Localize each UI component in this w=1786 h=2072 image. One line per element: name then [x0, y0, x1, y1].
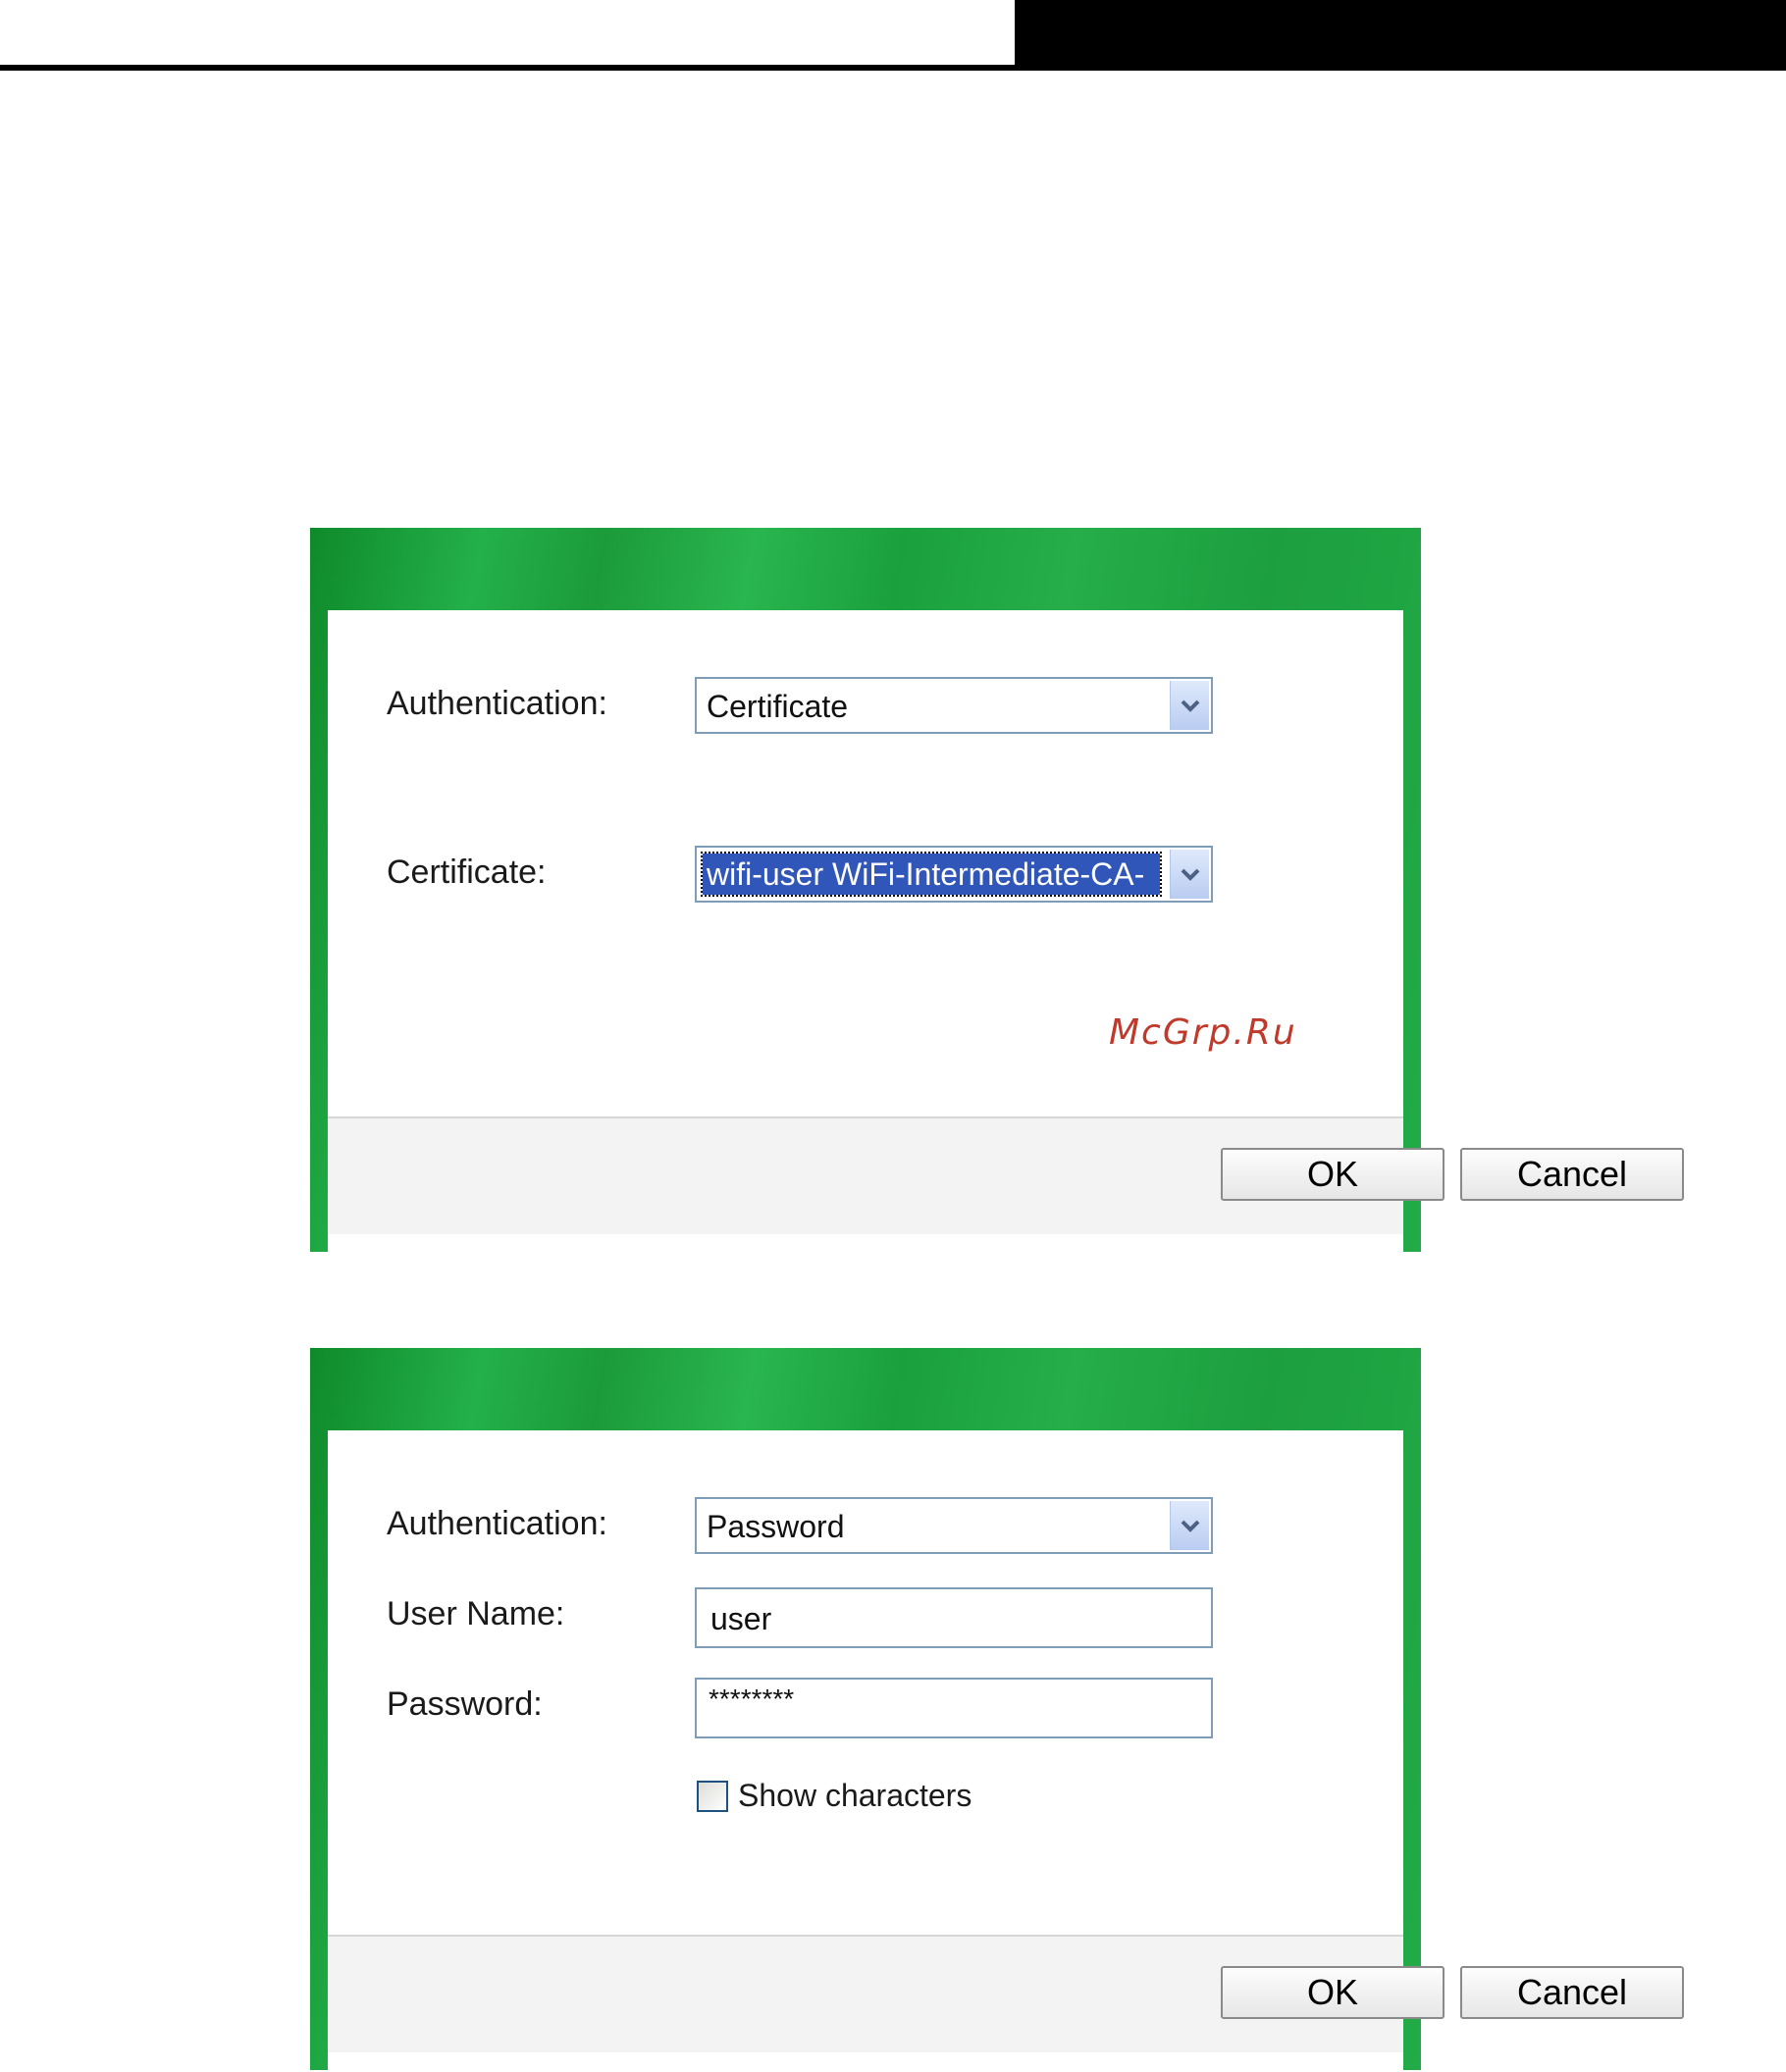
- password-label: Password:: [387, 1685, 543, 1723]
- authentication-label: Authentication:: [387, 1505, 607, 1542]
- watermark-text: McGrp.Ru: [1109, 1012, 1297, 1053]
- username-input-value: user: [710, 1601, 772, 1636]
- chevron-down-icon: [1181, 868, 1200, 881]
- page-header-rule: [0, 65, 1021, 71]
- dialog-titlebar: [310, 1348, 1421, 1430]
- username-input[interactable]: user: [695, 1587, 1213, 1648]
- certificate-select-value: wifi-user WiFi-Intermediate-CA-: [701, 852, 1162, 897]
- certificate-label: Certificate:: [387, 854, 547, 891]
- show-characters-checkbox[interactable]: [697, 1781, 728, 1812]
- authentication-select-value: Password: [707, 1509, 845, 1544]
- certificate-dropdown-button[interactable]: [1170, 850, 1209, 899]
- authentication-select-value: Certificate: [707, 689, 849, 724]
- dialog-footer: OK Cancel: [328, 1116, 1684, 1234]
- certificate-auth-dialog: Authentication: Certificate Certificate:…: [310, 528, 1684, 1252]
- password-input-value: ********: [709, 1684, 795, 1714]
- authentication-label: Authentication:: [387, 685, 607, 722]
- ok-button[interactable]: OK: [1221, 1966, 1445, 2019]
- dialog-footer: OK Cancel: [328, 1935, 1684, 2052]
- authentication-select[interactable]: Certificate: [695, 677, 1213, 734]
- chevron-down-icon: [1181, 1520, 1200, 1532]
- show-characters-label[interactable]: Show characters: [738, 1778, 972, 1814]
- certificate-select[interactable]: wifi-user WiFi-Intermediate-CA-: [695, 846, 1213, 903]
- chevron-down-icon: [1181, 699, 1200, 712]
- authentication-select[interactable]: Password: [695, 1497, 1213, 1554]
- username-label: User Name:: [387, 1595, 565, 1632]
- authentication-dropdown-button[interactable]: [1170, 681, 1209, 730]
- cancel-button[interactable]: Cancel: [1460, 1966, 1684, 2019]
- dialog-titlebar: [310, 528, 1421, 610]
- page-header-block: [1015, 0, 1786, 71]
- password-input[interactable]: ********: [695, 1678, 1213, 1738]
- authentication-dropdown-button[interactable]: [1170, 1501, 1209, 1550]
- cancel-button[interactable]: Cancel: [1460, 1148, 1684, 1201]
- ok-button[interactable]: OK: [1221, 1148, 1445, 1201]
- password-auth-dialog: Authentication: Password User Name: user…: [310, 1348, 1684, 2070]
